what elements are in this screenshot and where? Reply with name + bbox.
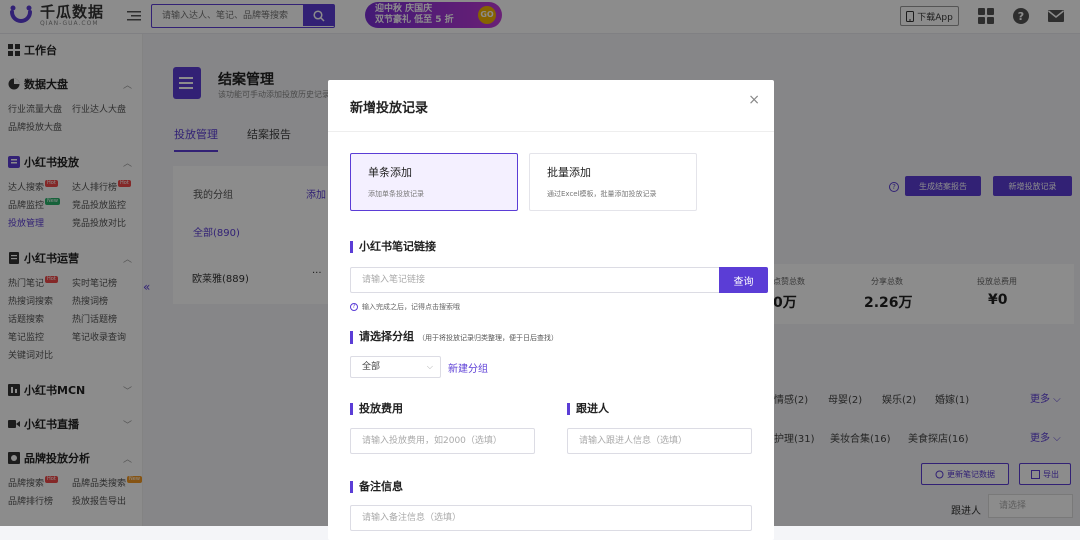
chevron-down-icon: ⌵ (426, 362, 433, 371)
group-select-note: （用于将投放记录归类整理，便于日后查找） (418, 334, 558, 342)
option-title: 单条添加 (368, 166, 412, 179)
option-title: 批量添加 (547, 166, 591, 179)
group-select-value: 全部 (362, 362, 381, 372)
note-link-input[interactable]: 请输入笔记链接 (350, 267, 720, 293)
new-group-link[interactable]: 新建分组 (448, 360, 488, 375)
link-hint: ? 输入完成之后，记得点击搜索哦 (350, 302, 460, 312)
option-desc: 添加单条投放记录 (368, 190, 424, 198)
follower-label: 跟进人 (567, 403, 609, 415)
close-icon[interactable]: × (748, 92, 760, 108)
fee-input[interactable]: 请输入投放费用，如2000（选填） (350, 428, 535, 454)
new-record-dialog: 新增投放记录 × 单条添加 添加单条投放记录 批量添加 通过Excel模板，批量… (328, 80, 774, 540)
fee-label: 投放费用 (350, 403, 403, 415)
link-hint-text: 输入完成之后，记得点击搜索哦 (362, 303, 460, 311)
group-select-label: 请选择分组 （用于将投放记录归类整理，便于日后查找） (350, 331, 558, 344)
divider (328, 131, 774, 132)
info-icon: ? (350, 303, 358, 311)
query-button[interactable]: 查询 (719, 267, 768, 293)
group-select[interactable]: 全部 ⌵ (350, 356, 441, 378)
option-desc: 通过Excel模板，批量添加投放记录 (547, 190, 657, 198)
batch-add-option[interactable]: 批量添加 通过Excel模板，批量添加投放记录 (529, 153, 697, 211)
note-link-label: 小红书笔记链接 (350, 241, 436, 253)
single-add-option[interactable]: 单条添加 添加单条投放记录 (350, 153, 518, 211)
dialog-title: 新增投放记录 (350, 101, 429, 116)
remark-label: 备注信息 (350, 481, 403, 493)
follower-input[interactable]: 请输入跟进人信息（选填） (567, 428, 752, 454)
remark-input[interactable]: 请输入备注信息（选填） (350, 505, 752, 531)
